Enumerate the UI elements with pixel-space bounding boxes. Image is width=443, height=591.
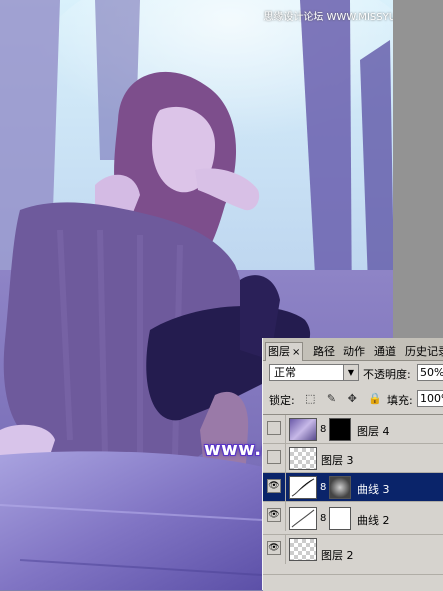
layers-panel: 图层× 路径 动作 通道 历史记录 正常 ▼ 不透明度: 50% 锁定: ⬚ ✎…	[262, 338, 443, 591]
tab-layers[interactable]: 图层 ×	[265, 342, 304, 361]
chevron-down-icon[interactable]: ▼	[343, 365, 358, 380]
layer-mask-thumbnail	[329, 418, 351, 441]
eye-icon[interactable]: 👁	[267, 450, 281, 464]
fill-input[interactable]: 100%	[417, 390, 443, 407]
layer-thumbnail	[289, 418, 317, 441]
layer-thumbnail	[289, 538, 317, 561]
layers-list: 👁 8 图层 4 👁 图层 3 👁 8 曲线 3 👁	[263, 414, 443, 591]
layer-mask-thumbnail	[329, 507, 351, 530]
close-icon[interactable]: ×	[292, 347, 300, 358]
layer-name: 曲线 2	[357, 514, 390, 527]
layer-row[interactable]: 👁 图层 2	[263, 535, 443, 575]
lock-icons[interactable]: ⬚ ✎ ✥ 🔒	[305, 392, 386, 405]
curves-adjustment-icon	[289, 476, 317, 499]
layer-mask-thumbnail	[329, 476, 351, 499]
lock-label: 锁定:	[269, 394, 295, 407]
tab-history[interactable]: 历史记录	[405, 344, 443, 360]
layer-name: 曲线 3	[357, 483, 390, 496]
tab-paths[interactable]: 路径	[313, 344, 335, 360]
layer-row[interactable]: 👁 8 图层 4	[263, 415, 443, 444]
link-icon: 8	[320, 424, 327, 435]
link-icon: 8	[320, 513, 327, 524]
opacity-input[interactable]: 50%	[417, 364, 443, 381]
curve-graph-icon	[291, 509, 315, 528]
divider	[285, 473, 286, 502]
blend-mode-value: 正常	[274, 366, 296, 379]
eye-icon[interactable]: 👁	[267, 421, 281, 435]
layer-name: 图层 2	[321, 549, 354, 562]
panel-tabs: 图层× 路径 动作 通道 历史记录	[263, 338, 443, 361]
divider	[285, 535, 286, 564]
eye-icon[interactable]: 👁	[267, 541, 281, 555]
curve-graph-icon	[291, 478, 315, 497]
lock-row: 锁定: ⬚ ✎ ✥ 🔒 填充: 100%	[267, 390, 443, 408]
layer-name: 图层 4	[357, 425, 390, 438]
eye-icon[interactable]: 👁	[267, 508, 281, 522]
divider	[285, 444, 286, 473]
layer-name: 图层 3	[321, 454, 354, 467]
opacity-label: 不透明度:	[363, 368, 411, 381]
layer-row[interactable]: 👁 图层 3	[263, 444, 443, 473]
tab-layers-label: 图层	[268, 345, 290, 358]
blend-row: 正常 ▼ 不透明度: 50%	[267, 364, 443, 384]
layer-thumbnail	[289, 447, 317, 470]
layer-row-selected[interactable]: 👁 8 曲线 3	[263, 473, 443, 502]
divider	[285, 415, 286, 444]
curves-adjustment-icon	[289, 507, 317, 530]
link-icon: 8	[320, 482, 327, 493]
blend-mode-select[interactable]: 正常 ▼	[269, 364, 359, 381]
layer-row[interactable]: 👁 8 曲线 2	[263, 502, 443, 535]
tab-actions[interactable]: 动作	[343, 344, 365, 360]
fill-label: 填充:	[387, 394, 413, 407]
canvas-gray-margin	[393, 0, 443, 338]
divider	[285, 502, 286, 531]
tab-channels[interactable]: 通道	[374, 344, 396, 360]
eye-icon[interactable]: 👁	[267, 479, 281, 493]
